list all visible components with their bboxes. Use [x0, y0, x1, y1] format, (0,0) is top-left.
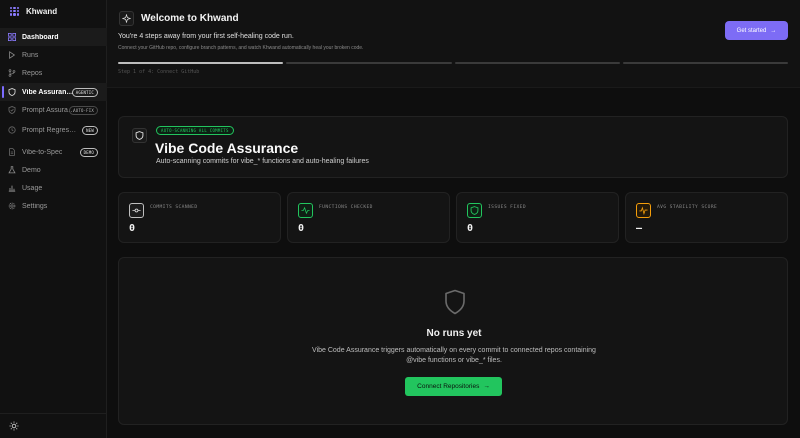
grid-logo-icon: [10, 6, 19, 16]
sparkle-icon: [119, 11, 134, 26]
step-indicator: Step 1 of 4: Connect GitHub: [118, 69, 200, 75]
demo-badge: DEMO: [79, 147, 98, 157]
empty-description: Vibe Code Assurance triggers automatical…: [312, 347, 596, 364]
welcome-title: Welcome to Khwand: [141, 13, 239, 24]
play-icon: [8, 51, 16, 59]
bar-chart-icon: [8, 184, 16, 192]
sidebar-item-label: Prompt Assura…: [22, 106, 75, 114]
stat-label: COMMITS SCANNED: [150, 205, 198, 210]
sidebar-item-vibe-to-spec[interactable]: Vibe-to-Spec DEMO: [0, 143, 107, 161]
sidebar: Khwand Dashboard Runs Repos Vibe Assuran…: [0, 0, 107, 438]
sidebar-footer: [0, 413, 107, 438]
sidebar-item-prompt-regression[interactable]: Prompt Regressi… NEW: [0, 121, 107, 139]
app-name: Khwand: [26, 6, 58, 16]
document-icon: [8, 148, 16, 156]
auto-fix-badge: AUTO-FIX: [69, 105, 98, 115]
progress-step: [118, 62, 284, 64]
welcome-description: Connect your GitHub repo, configure bran…: [118, 45, 364, 51]
arrow-right-icon: →: [483, 383, 490, 390]
stat-value: 0: [467, 223, 474, 234]
agentic-badge: AGENTIC: [71, 87, 98, 97]
vibe-assurance-header: AUTO-SCANNING ALL COMMITS Vibe Code Assu…: [118, 116, 788, 178]
onboarding-progress: [118, 62, 788, 64]
sidebar-item-label: Repos: [22, 69, 43, 77]
sidebar-item-dashboard[interactable]: Dashboard: [0, 28, 107, 46]
stat-avg-stability: AVG STABILITY SCORE —: [625, 192, 788, 243]
main-content: Welcome to Khwand You're 4 steps away fr…: [107, 0, 800, 438]
sidebar-item-runs[interactable]: Runs: [0, 46, 107, 64]
sidebar-item-label: Usage: [22, 184, 43, 192]
progress-step: [286, 62, 452, 64]
progress-step: [622, 62, 788, 64]
stat-issues-fixed: ISSUES FIXED 0: [456, 192, 619, 243]
pulse-icon: [636, 203, 651, 218]
get-started-label: Get started: [736, 27, 767, 34]
flask-icon: [8, 166, 16, 174]
shield-icon: [132, 128, 147, 143]
branch-icon: [8, 69, 16, 77]
sidebar-nav: Dashboard Runs Repos Vibe Assuran… AGENT…: [0, 28, 107, 215]
sidebar-item-repos[interactable]: Repos: [0, 64, 107, 82]
stat-label: ISSUES FIXED: [488, 205, 526, 210]
shield-outline-icon: [445, 289, 465, 315]
empty-title: No runs yet: [426, 328, 482, 339]
shield-icon: [8, 88, 16, 96]
welcome-subtitle: You're 4 steps away from your first self…: [118, 33, 294, 40]
sidebar-item-label: Settings: [22, 202, 48, 210]
stat-commits-scanned: COMMITS SCANNED 0: [118, 192, 281, 243]
sidebar-item-label: Vibe Assuran…: [22, 88, 74, 96]
grid-icon: [8, 33, 16, 41]
connect-repositories-label: Connect Repositories: [417, 383, 480, 390]
stat-label: AVG STABILITY SCORE: [657, 205, 718, 210]
empty-state: No runs yet Vibe Code Assurance triggers…: [118, 257, 788, 425]
activity-icon: [298, 203, 313, 218]
stat-value: 0: [298, 223, 305, 234]
connect-repositories-button[interactable]: Connect Repositories →: [405, 377, 502, 396]
sidebar-item-label: Runs: [22, 51, 39, 59]
status-badge: AUTO-SCANNING ALL COMMITS: [156, 126, 234, 135]
sun-icon[interactable]: [8, 420, 20, 432]
sidebar-item-label: Dashboard: [22, 33, 59, 41]
stat-value: 0: [129, 223, 136, 234]
sidebar-item-label: Prompt Regressi…: [22, 126, 77, 134]
clock-icon: [8, 126, 16, 134]
sidebar-item-vibe-assurance[interactable]: Vibe Assuran… AGENTIC: [0, 83, 107, 101]
sidebar-item-demo[interactable]: Demo: [0, 161, 107, 179]
brand[interactable]: Khwand: [0, 0, 106, 22]
gear-icon: [8, 202, 16, 210]
new-badge: NEW: [82, 125, 98, 135]
sidebar-item-label: Demo: [22, 166, 41, 174]
get-started-button[interactable]: Get started →: [725, 21, 788, 40]
sidebar-item-prompt-assurance[interactable]: Prompt Assura… AUTO-FIX: [0, 101, 107, 119]
git-commit-icon: [129, 203, 144, 218]
page-subtitle: Auto-scanning commits for vibe_* functio…: [156, 158, 369, 165]
welcome-banner: Welcome to Khwand You're 4 steps away fr…: [107, 0, 800, 88]
arrow-right-icon: →: [770, 27, 777, 34]
sidebar-item-usage[interactable]: Usage: [0, 179, 107, 197]
stat-functions-checked: FUNCTIONS CHECKED 0: [287, 192, 450, 243]
shield-icon: [467, 203, 482, 218]
stat-label: FUNCTIONS CHECKED: [319, 205, 373, 210]
shield-check-icon: [8, 106, 16, 114]
progress-step: [454, 62, 620, 64]
sidebar-item-settings[interactable]: Settings: [0, 197, 107, 215]
page-title: Vibe Code Assurance: [155, 140, 299, 156]
sidebar-item-label: Vibe-to-Spec: [22, 148, 63, 156]
stat-value: —: [636, 223, 643, 234]
